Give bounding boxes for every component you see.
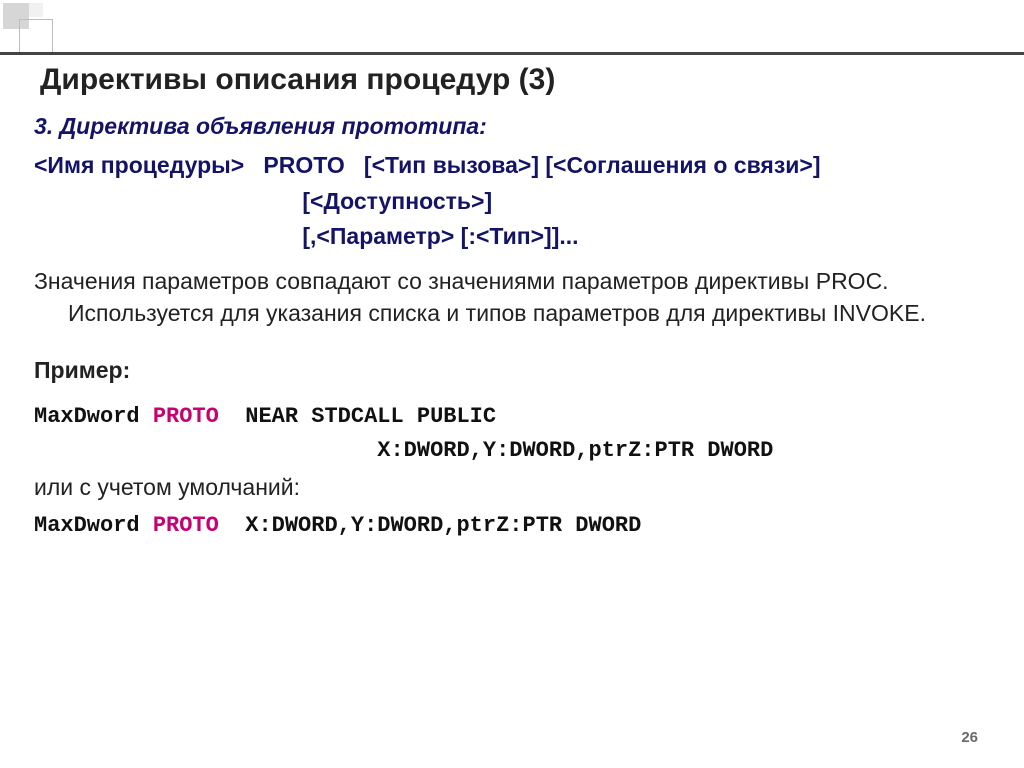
slide-content: Директивы описания процедур (3) 3. Дирек… (0, 55, 1024, 768)
syntax-block: <Имя процедуры> PROTO [<Тип вызова>] [<С… (34, 148, 990, 255)
example-label: Пример: (34, 357, 990, 384)
keyword-proto: PROTO (153, 404, 219, 429)
between-text: или с учетом умолчаний: (34, 474, 990, 501)
section-subhead: 3. Директива объявления прототипа: (34, 113, 990, 140)
code-example-1-line2: X:DWORD,Y:DWORD,ptrZ:PTR DWORD (34, 438, 773, 463)
body-paragraph: Значения параметров совпадают со значени… (34, 265, 990, 329)
syntax-line-3: [,<Параметр> [:<Тип>]]... (34, 223, 579, 249)
syntax-line-1: <Имя процедуры> PROTO [<Тип вызова>] [<С… (34, 152, 821, 178)
corner-decoration (0, 0, 100, 56)
code-example-2: MaxDword PROTO X:DWORD,Y:DWORD,ptrZ:PTR … (34, 509, 990, 543)
keyword-proto: PROTO (153, 513, 219, 538)
page-number: 26 (961, 729, 978, 746)
syntax-line-2: [<Доступность>] (34, 188, 492, 214)
slide-title: Директивы описания процедур (3) (40, 63, 990, 97)
code-example-1: MaxDword PROTO NEAR STDCALL PUBLIC X:DWO… (34, 400, 990, 468)
